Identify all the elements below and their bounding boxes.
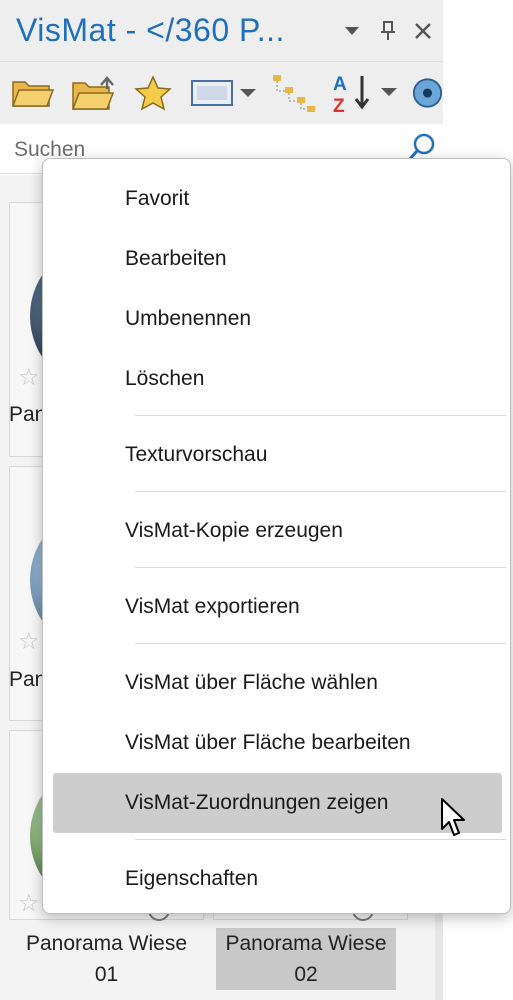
favorite-star-icon[interactable]: ☆ xyxy=(18,363,40,392)
menu-item-exportieren[interactable]: VisMat exportieren xyxy=(53,577,502,637)
menu-item-favorit[interactable]: Favorit xyxy=(53,169,502,229)
menu-separator xyxy=(135,643,506,644)
sort-az-icon[interactable]: AZ xyxy=(330,72,400,114)
menu-separator xyxy=(135,491,506,492)
menu-item-ueber-flaeche-waehlen[interactable]: VisMat über Fläche wählen xyxy=(53,653,502,713)
caption-line-2: 02 xyxy=(294,963,318,986)
svg-text:Z: Z xyxy=(333,96,345,114)
panel-title: VisMat - </360 P... xyxy=(16,12,285,48)
menu-separator xyxy=(135,415,506,416)
menu-item-loeschen[interactable]: Löschen xyxy=(53,349,502,409)
svg-text:A: A xyxy=(333,74,347,95)
caption-line-2: 01 xyxy=(94,963,119,986)
thumbnail-caption-selected: Panorama Wiese 02 xyxy=(216,928,396,990)
thumbnail-caption: Panorama Wiese 01 xyxy=(9,928,204,990)
view-mode-icon[interactable] xyxy=(188,72,262,114)
menu-item-umbenennen[interactable]: Umbenennen xyxy=(53,289,502,349)
favorite-star-icon[interactable] xyxy=(132,72,174,114)
dropdown-arrow-icon[interactable] xyxy=(339,18,365,44)
folder-up-icon[interactable] xyxy=(70,72,120,114)
favorite-star-icon[interactable]: ☆ xyxy=(18,889,40,918)
menu-item-kopie-erzeugen[interactable]: VisMat-Kopie erzeugen xyxy=(53,501,502,561)
material-sphere-icon[interactable] xyxy=(412,72,443,114)
favorite-star-icon[interactable]: ☆ xyxy=(18,627,40,656)
menu-item-eigenschaften[interactable]: Eigenschaften xyxy=(53,849,502,909)
menu-item-texturvorschau[interactable]: Texturvorschau xyxy=(53,425,502,485)
menu-separator xyxy=(135,567,506,568)
menu-item-zuordnungen-zeigen[interactable]: VisMat-Zuordnungen zeigen xyxy=(53,773,502,833)
toolbar: AZ xyxy=(0,62,443,124)
tree-view-icon[interactable] xyxy=(270,72,318,114)
caption-line-1: Panorama Wiese xyxy=(25,932,188,955)
close-icon[interactable] xyxy=(410,18,436,44)
menu-item-bearbeiten[interactable]: Bearbeiten xyxy=(53,229,502,289)
pin-icon[interactable] xyxy=(375,18,401,44)
folder-open-icon[interactable] xyxy=(10,72,56,114)
caption-line-1: Panorama Wiese xyxy=(225,932,387,955)
mouse-cursor-icon xyxy=(440,797,470,846)
menu-item-ueber-flaeche-bearbeiten[interactable]: VisMat über Fläche bearbeiten xyxy=(53,713,502,773)
panel-title-bar: VisMat - </360 P... xyxy=(0,0,443,62)
